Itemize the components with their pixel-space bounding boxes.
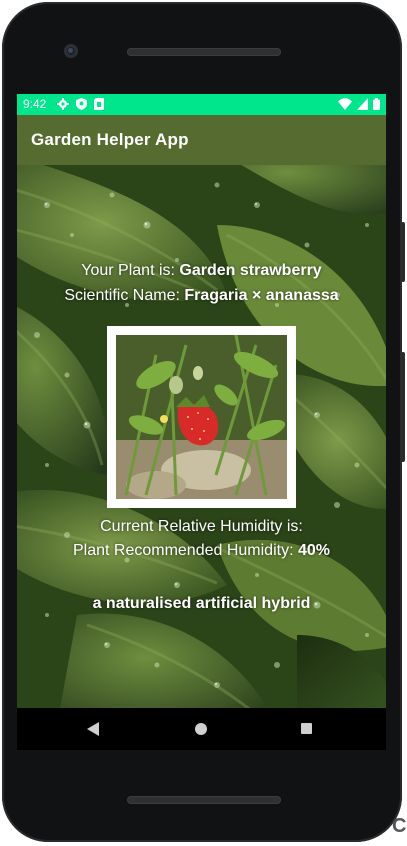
front-camera — [64, 44, 78, 58]
strawberry-image — [116, 335, 287, 499]
plant-photo-frame — [107, 326, 296, 508]
app-screen: 9:42 Garden Helper App Your Plant is: Ga… — [17, 94, 386, 708]
scientific-name: Fragaria × ananassa — [184, 287, 339, 304]
back-icon[interactable] — [87, 722, 99, 736]
plant-name-label: Your Plant is: — [81, 262, 180, 279]
current-humidity-label: Current Relative Humidity is: — [100, 518, 303, 535]
volume-button — [401, 222, 405, 282]
recommended-humidity-line: Plant Recommended Humidity: 40% — [17, 542, 386, 560]
plant-name-line: Your Plant is: Garden strawberry — [17, 262, 386, 280]
battery-icon — [373, 98, 380, 110]
gear-icon — [57, 98, 69, 110]
wifi-icon — [338, 98, 352, 110]
power-button — [401, 352, 405, 462]
recent-apps-icon[interactable] — [301, 723, 312, 734]
current-humidity-line: Current Relative Humidity is: — [17, 518, 386, 536]
scientific-name-label: Scientific Name: — [64, 287, 185, 304]
navigation-bar — [17, 708, 386, 750]
content-area: Your Plant is: Garden strawberry Scienti… — [17, 165, 386, 708]
scientific-name-line: Scientific Name: Fragaria × ananassa — [17, 287, 386, 305]
plant-name: Garden strawberry — [179, 262, 322, 279]
bottom-speaker — [127, 796, 281, 804]
status-bar: 9:42 — [17, 94, 386, 115]
shield-icon — [76, 98, 87, 110]
recommended-humidity-value: 40% — [297, 542, 330, 559]
plant-description: a naturalised artificial hybrid — [92, 595, 311, 612]
home-icon[interactable] — [195, 723, 207, 735]
status-time: 9:42 — [23, 97, 47, 111]
sim-card-icon — [94, 98, 104, 110]
edge-text: C — [392, 815, 407, 837]
app-bar: Garden Helper App — [17, 115, 386, 165]
app-title: Garden Helper App — [31, 130, 189, 149]
plant-photo — [116, 335, 287, 499]
signal-icon — [357, 98, 368, 110]
top-speaker — [127, 48, 281, 56]
recommended-humidity-label: Plant Recommended Humidity: — [72, 542, 298, 559]
